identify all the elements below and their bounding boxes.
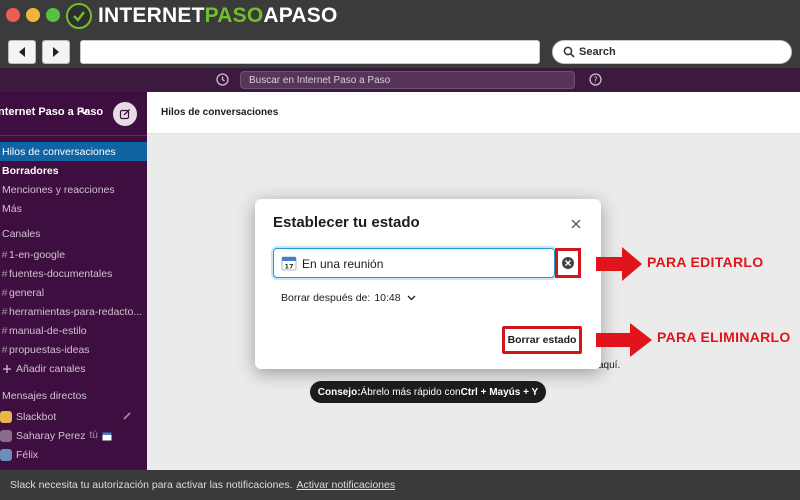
clear-after-dropdown[interactable]: Borrar después de: 10:48 (281, 292, 416, 304)
clear-after-label: Borrar después de: (281, 292, 371, 304)
annotation-label-edit: PARA EDITARLO (647, 254, 764, 270)
chevron-down-icon (80, 109, 88, 115)
annotation-arrow-edit (596, 247, 642, 281)
status-input[interactable]: 17 En una reunión (273, 248, 555, 278)
browser-chrome: INTERNETPASOAPASO Search (0, 0, 800, 68)
hash-icon: # (1, 286, 8, 299)
channel-item[interactable]: # herramientas-para-redacto... (0, 302, 147, 321)
address-bar[interactable] (80, 40, 540, 64)
hash-icon: # (1, 248, 8, 261)
calendar-status-icon (102, 432, 112, 440)
keyboard-shortcut-tip: Consejo: Ábrelo más rápido con Ctrl + Ma… (310, 381, 546, 403)
hash-icon: # (1, 267, 8, 280)
main-header: Hilos de conversaciones (147, 92, 800, 134)
window-close-button[interactable] (6, 8, 20, 22)
svg-text:?: ? (593, 76, 597, 85)
help-icon[interactable]: ? (588, 72, 603, 87)
sidebar-item-drafts[interactable]: Borradores (0, 161, 147, 180)
window-maximize-button[interactable] (46, 8, 60, 22)
notification-text: Slack necesita tu autorización para acti… (10, 479, 293, 491)
slack-top-bar: Buscar en Internet Paso a Paso ? (0, 68, 800, 92)
sidebar-item-more[interactable]: Más (0, 199, 147, 218)
page-title: Hilos de conversaciones (161, 107, 279, 118)
close-icon[interactable] (569, 217, 583, 231)
dm-item-felix[interactable]: Félix (0, 445, 147, 464)
direct-messages-section-header[interactable]: Mensajes directos (0, 386, 147, 405)
browser-search-placeholder: Search (579, 46, 616, 58)
sidebar: nternet Paso a Paso Hilos de conversacio… (0, 92, 147, 470)
clear-status-input-button[interactable] (555, 248, 581, 278)
back-arrow-icon (19, 47, 25, 57)
clear-status-button[interactable]: Borrar estado (502, 326, 582, 354)
channels-section-header[interactable]: Canales (0, 224, 147, 243)
edit-pencil-icon (123, 412, 131, 420)
logo-text: INTERNETPASOAPASO (98, 4, 338, 27)
set-status-dialog: Establecer tu estado 17 En una reunión B… (255, 199, 601, 369)
channel-item[interactable]: # fuentes-documentales (0, 264, 147, 283)
chevron-down-icon (407, 295, 416, 301)
back-button[interactable] (8, 40, 36, 64)
hash-icon: # (1, 324, 8, 337)
slack-search-bar[interactable]: Buscar en Internet Paso a Paso (240, 71, 575, 89)
channel-item[interactable]: # manual-de-estilo (0, 321, 147, 340)
you-badge: tú (89, 430, 98, 441)
slack-search-placeholder: Buscar en Internet Paso a Paso (249, 74, 391, 86)
browser-search-field[interactable]: Search (552, 40, 792, 64)
compose-icon (119, 109, 130, 120)
avatar (0, 448, 12, 461)
workspace-header[interactable]: nternet Paso a Paso (0, 92, 147, 136)
dm-item-slackbot[interactable]: Slackbot (0, 407, 147, 426)
annotation-arrow-delete (596, 323, 652, 357)
plus-icon (3, 364, 11, 373)
calendar-icon[interactable]: 17 (281, 255, 297, 271)
channel-item[interactable]: # general (0, 283, 147, 302)
dialog-title: Establecer tu estado (273, 214, 420, 231)
search-icon (563, 46, 575, 58)
svg-text:17: 17 (284, 263, 293, 271)
sidebar-item-mentions[interactable]: Menciones y reacciones (0, 180, 147, 199)
logo-badge-icon (66, 3, 92, 29)
history-icon[interactable] (215, 72, 230, 87)
channel-item[interactable]: # propuestas-ideas (0, 340, 147, 359)
forward-arrow-icon (53, 47, 59, 57)
avatar (0, 410, 12, 423)
notification-banner: Slack necesita tu autorización para acti… (0, 470, 800, 500)
hash-icon: # (1, 305, 8, 318)
avatar (0, 429, 12, 442)
compose-button[interactable] (113, 102, 137, 126)
site-logo: INTERNETPASOAPASO (66, 3, 338, 29)
hash-icon: # (1, 343, 8, 356)
add-channels-button[interactable]: Añadir canales (0, 359, 147, 378)
channel-item[interactable]: #1-en-google (0, 245, 147, 264)
background-text-fragment: aquí. (598, 360, 621, 371)
dm-item-self[interactable]: Saharay Perez tú (0, 426, 147, 445)
enable-notifications-link[interactable]: Activar notificaciones (296, 479, 395, 491)
window-minimize-button[interactable] (26, 8, 40, 22)
annotation-label-delete: PARA ELIMINARLO (657, 329, 791, 345)
clear-circle-icon (562, 257, 574, 269)
forward-button[interactable] (42, 40, 70, 64)
sidebar-item-threads[interactable]: Hilos de conversaciones (0, 142, 147, 161)
clear-after-value: 10:48 (374, 292, 401, 304)
status-input-value: En una reunión (302, 257, 384, 271)
